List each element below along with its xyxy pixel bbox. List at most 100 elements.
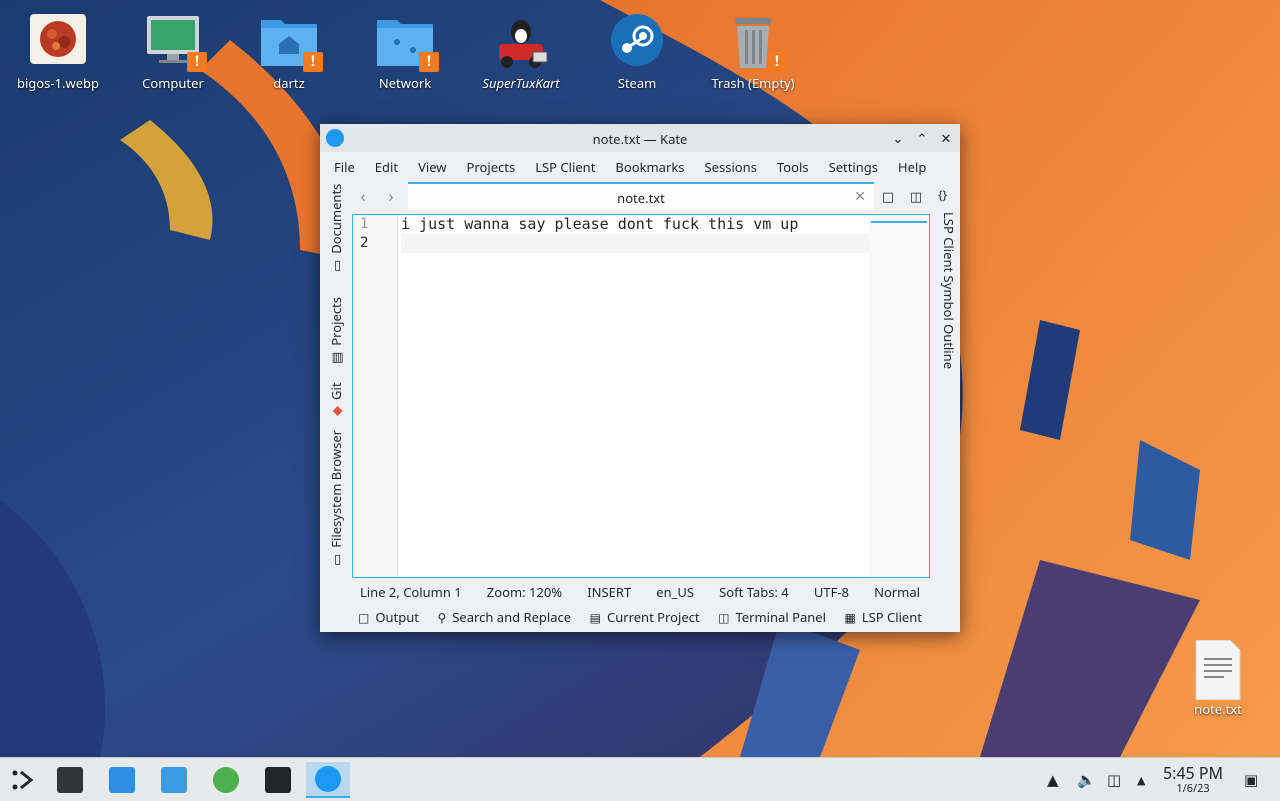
spellcheck-language[interactable]: en_US — [656, 583, 694, 601]
taskbar-konsole[interactable] — [256, 762, 300, 798]
sidebar-tab-documents[interactable]: ▭ Documents — [327, 184, 345, 272]
warning-icon: ! — [767, 52, 787, 72]
left-sidebar: ▭ Documents ▤ Projects ◆ Git ▭ Filesystem Br… — [320, 182, 352, 580]
taskbar-discover[interactable] — [100, 762, 144, 798]
menu-edit[interactable]: Edit — [365, 158, 408, 176]
minimap-scrollbar[interactable] — [869, 215, 929, 577]
trash-icon: ! — [721, 14, 787, 72]
desktop-icon-note[interactable]: note.txt — [1163, 639, 1273, 718]
text-editor[interactable]: 1 2 i just wanna say please dont fuck th… — [352, 214, 930, 578]
digital-clock[interactable]: 5:45 PM 1/6/23 — [1160, 764, 1226, 795]
desktop-icon-dartz[interactable]: ! dartz — [234, 14, 344, 92]
git-icon: ◆ — [327, 406, 345, 416]
taskbar-browser[interactable] — [204, 762, 248, 798]
terminal-icon: ◫ — [718, 609, 730, 626]
desktop-icon-label: bigos-1.webp — [16, 74, 100, 92]
tab-note-txt[interactable]: note.txt ✕ — [408, 182, 874, 210]
supertuxkart-icon — [489, 14, 553, 70]
desktop-icon-label: Computer — [142, 74, 204, 92]
desktop-icon-computer[interactable]: ! Computer — [118, 14, 228, 92]
sidebar-tab-git[interactable]: ◆ Git — [327, 382, 345, 416]
network-icon[interactable]: ◫ — [1107, 770, 1121, 790]
warning-icon: ! — [419, 52, 439, 72]
document-icon: ▭ — [327, 259, 345, 272]
code-line: i just wanna say please dont fuck this v… — [401, 215, 799, 233]
code-line-current — [401, 234, 869, 253]
file-browser-icon: ▭ — [327, 553, 345, 566]
new-document-icon[interactable]: □ — [878, 186, 898, 206]
sidebar-tab-projects[interactable]: ▤ Projects — [327, 297, 345, 364]
desktop-icon-label: Network — [378, 74, 432, 92]
menu-file[interactable]: File — [324, 158, 365, 176]
show-desktop-icon[interactable]: ▣ — [1244, 770, 1258, 790]
store-icon — [109, 767, 135, 793]
desktop-icon-supertuxkart[interactable]: SuperTuxKart — [466, 14, 576, 92]
menu-help[interactable]: Help — [888, 158, 936, 176]
globe-icon — [213, 767, 239, 793]
braces-icon: {} — [938, 186, 948, 203]
encoding[interactable]: UTF-8 — [814, 583, 849, 601]
code-area[interactable]: i just wanna say please dont fuck this v… — [401, 215, 869, 253]
line-number: 1 — [360, 216, 369, 232]
taskbar-system-settings[interactable] — [48, 762, 92, 798]
menu-settings[interactable]: Settings — [819, 158, 888, 176]
sidebar-tab-lsp-symbol-outline[interactable]: LSP Client Symbol Outline — [940, 212, 958, 369]
tray-expand-icon[interactable]: ▲ — [1137, 773, 1145, 788]
forward-arrow-icon[interactable]: › — [382, 187, 400, 205]
menu-bookmarks[interactable]: Bookmarks — [605, 158, 694, 176]
output-icon: □ — [358, 609, 370, 626]
line-number-gutter: 1 2 — [353, 215, 398, 577]
tab-close-icon[interactable]: ✕ — [854, 187, 866, 206]
menu-tools[interactable]: Tools — [767, 158, 819, 176]
split-view-icon[interactable]: ◫ — [906, 186, 926, 206]
warning-icon: ! — [303, 52, 323, 72]
zoom-level[interactable]: Zoom: 120% — [487, 583, 562, 601]
window-titlebar[interactable]: note.txt — Kate ⌄ ⌃ ✕ — [320, 124, 960, 152]
panel-output[interactable]: □ Output — [358, 608, 419, 626]
desktop-icon-label: Steam — [617, 74, 657, 92]
desktop-icon-label: note.txt — [1194, 700, 1242, 718]
input-mode[interactable]: INSERT — [587, 583, 631, 601]
panel-search-replace[interactable]: ⚲ Search and Replace — [437, 608, 571, 626]
text-file-icon — [1186, 639, 1250, 701]
kate-window[interactable]: note.txt — Kate ⌄ ⌃ ✕ File Edit View Pro… — [320, 124, 960, 632]
close-icon[interactable]: ✕ — [936, 128, 956, 148]
taskbar-kate[interactable] — [306, 762, 350, 798]
desktop-icon-trash[interactable]: ! Trash (Empty) — [698, 14, 808, 92]
panel-lsp-client[interactable]: ▦ LSP Client — [844, 608, 922, 626]
application-launcher[interactable] — [0, 762, 44, 798]
right-sidebar: {} LSP Client Symbol Outline — [930, 182, 960, 580]
minimize-icon[interactable]: ⌄ — [888, 128, 908, 148]
image-thumbnail-icon — [26, 14, 90, 70]
desktop-icon-bigos[interactable]: bigos-1.webp — [3, 14, 113, 92]
update-icon[interactable]: ▲ — [1047, 770, 1059, 790]
line-number: 2 — [360, 235, 369, 251]
panel-current-project[interactable]: ▤ Current Project — [590, 608, 700, 626]
indentation-setting[interactable]: Soft Tabs: 4 — [719, 583, 789, 601]
steam-icon — [605, 14, 669, 70]
highlight-mode[interactable]: Normal — [874, 583, 920, 601]
volume-icon[interactable]: 🔈 — [1077, 770, 1096, 790]
back-arrow-icon[interactable]: ‹ — [354, 187, 372, 205]
window-title: note.txt — Kate — [592, 130, 688, 148]
tab-label: note.txt — [617, 189, 665, 207]
maximize-icon[interactable]: ⌃ — [912, 128, 932, 148]
computer-icon: ! — [141, 14, 207, 72]
desktop-icon-steam[interactable]: Steam — [582, 14, 692, 92]
menu-view[interactable]: View — [408, 158, 456, 176]
menu-lsp-client[interactable]: LSP Client — [525, 158, 605, 176]
cursor-position[interactable]: Line 2, Column 1 — [360, 583, 462, 601]
launcher-icon — [12, 770, 34, 790]
sidebar-tab-filesystem-browser[interactable]: ▭ Filesystem Browser — [327, 430, 345, 566]
settings-icon — [57, 767, 83, 793]
desktop-icon-network[interactable]: ! Network — [350, 14, 460, 92]
lsp-icon: ▦ — [844, 609, 856, 626]
menu-projects[interactable]: Projects — [457, 158, 526, 176]
taskbar-dolphin[interactable] — [152, 762, 196, 798]
folder-icon — [161, 767, 187, 793]
menu-bar: File Edit View Projects LSP Client Bookm… — [320, 152, 960, 182]
panel-terminal[interactable]: ◫ Terminal Panel — [718, 608, 826, 626]
desktop-icon-label: SuperTuxKart — [482, 74, 560, 92]
menu-sessions[interactable]: Sessions — [695, 158, 767, 176]
status-bar: Line 2, Column 1 Zoom: 120% INSERT en_US… — [352, 580, 928, 604]
